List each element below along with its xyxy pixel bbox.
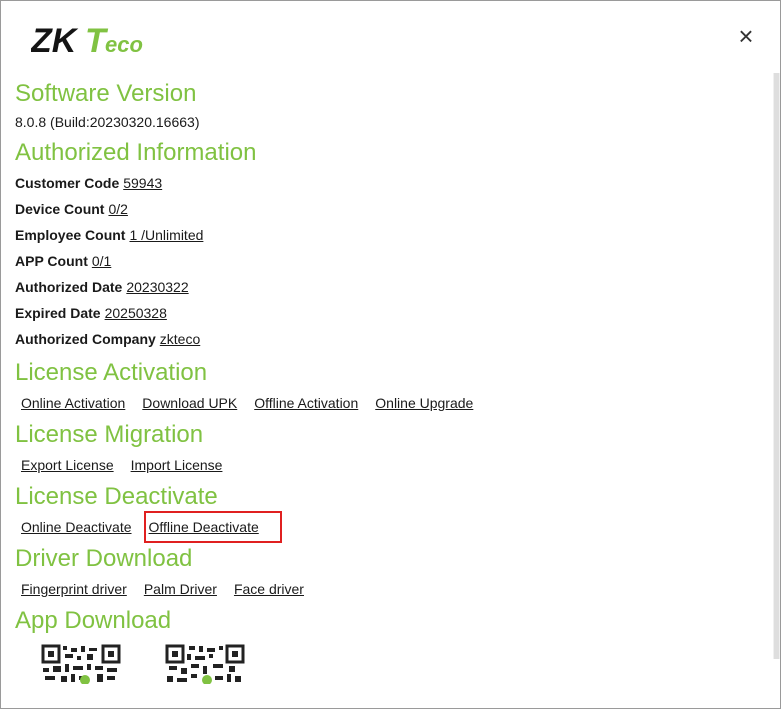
info-value: 20250328 xyxy=(104,305,167,321)
info-label: Customer Code xyxy=(15,175,120,191)
info-value: 0/1 xyxy=(91,253,112,269)
online-upgrade-link[interactable]: Online Upgrade xyxy=(375,392,473,414)
info-label: Authorized Date xyxy=(15,279,123,295)
online-deactivate-link[interactable]: Online Deactivate xyxy=(21,516,132,538)
driver-download-title: Driver Download xyxy=(15,545,193,572)
authorized-info-title: Authorized Information xyxy=(15,139,257,166)
about-dialog: ZK T eco × Software Version 8.0.8 (Build… xyxy=(0,0,781,709)
info-row-employee-count: Employee Count 1 /Unlimited xyxy=(15,222,760,248)
license-activation-title: License Activation xyxy=(15,359,208,386)
authorized-info-list: Customer Code 59943 Device Count 0/2 Emplo… xyxy=(15,170,760,352)
info-label: Expired Date xyxy=(15,305,101,321)
info-value: 0/2 xyxy=(108,201,128,217)
fingerprint-driver-link[interactable]: Fingerprint driver xyxy=(21,578,127,600)
vertical-scrollbar[interactable] xyxy=(773,73,780,659)
info-value: zkteco xyxy=(159,331,201,347)
info-value: 20230322 xyxy=(126,279,189,295)
scrollbar-thumb[interactable] xyxy=(774,73,779,659)
info-row-authorized-company: Authorized Company zkteco xyxy=(15,326,760,352)
svg-text:eco: eco xyxy=(105,32,143,57)
info-row-customer-code: Customer Code 59943 xyxy=(15,170,760,196)
info-label: APP Count xyxy=(15,253,88,269)
license-migration-links: Export License Import License xyxy=(21,454,760,476)
info-row-expired-date: Expired Date 20250328 xyxy=(15,300,760,326)
download-upk-link[interactable]: Download UPK xyxy=(142,392,237,414)
zkteco-logo: ZK T eco xyxy=(31,21,161,61)
info-value: 1 /Unlimited xyxy=(129,227,204,243)
app-download-qr-codes xyxy=(41,644,760,684)
info-row-app-count: APP Count 0/1 xyxy=(15,248,760,274)
zkteco-logo-icon: ZK T eco xyxy=(31,22,143,60)
info-label: Employee Count xyxy=(15,227,126,243)
svg-text:ZK: ZK xyxy=(31,22,79,60)
software-version-title: Software Version xyxy=(15,80,197,107)
qr-code-icon[interactable] xyxy=(41,644,121,684)
info-label: Device Count xyxy=(15,201,105,217)
info-label: Authorized Company xyxy=(15,331,156,347)
license-migration-title: License Migration xyxy=(15,421,204,448)
driver-download-links: Fingerprint driver Palm Driver Face driv… xyxy=(21,578,760,600)
license-deactivate-links: Online Deactivate Offline Deactivate xyxy=(21,511,760,543)
qr-code-icon[interactable] xyxy=(165,644,245,684)
info-row-device-count: Device Count 0/2 xyxy=(15,196,760,222)
palm-driver-link[interactable]: Palm Driver xyxy=(144,578,217,600)
software-version-value: 8.0.8 (Build:20230320.16663) xyxy=(15,114,200,130)
close-icon[interactable]: × xyxy=(734,23,758,49)
online-activation-link[interactable]: Online Activation xyxy=(21,392,125,414)
export-license-link[interactable]: Export License xyxy=(21,454,114,476)
info-row-authorized-date: Authorized Date 20230322 xyxy=(15,274,760,300)
info-value: 59943 xyxy=(123,175,163,191)
import-license-link[interactable]: Import License xyxy=(131,454,223,476)
offline-activation-link[interactable]: Offline Activation xyxy=(254,392,358,414)
dialog-content: Software Version 8.0.8 (Build:20230320.1… xyxy=(15,79,760,684)
offline-deactivate-link[interactable]: Offline Deactivate xyxy=(143,511,282,543)
face-driver-link[interactable]: Face driver xyxy=(234,578,304,600)
license-deactivate-title: License Deactivate xyxy=(15,483,218,510)
app-download-title: App Download xyxy=(15,607,172,634)
license-activation-links: Online Activation Download UPK Offline A… xyxy=(21,392,760,414)
